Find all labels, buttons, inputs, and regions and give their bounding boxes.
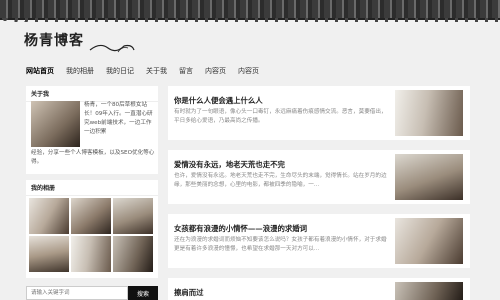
post-thumbnail[interactable] <box>395 154 463 200</box>
post-excerpt: 也许，爱情没有永远。地老天荒也走不完，生命尽头的末端，觉得情长。站在岁月的边缘，… <box>174 173 387 188</box>
site-logo[interactable]: 杨青博客 <box>24 30 135 54</box>
nav-diary[interactable]: 我的日记 <box>100 66 140 76</box>
post-title[interactable]: 爱情没有永远，地老天荒也走不完 <box>174 159 285 170</box>
post-card[interactable]: 擦肩而过 <box>168 278 470 300</box>
nav-content-1[interactable]: 内容页 <box>199 66 232 76</box>
album-photo[interactable] <box>29 236 69 272</box>
album-title: 我的相册 <box>26 180 158 196</box>
main-nav: 网站首页 我的相册 我的日记 关于我 留言 内容页 内容页 <box>24 66 265 76</box>
about-panel: 关于我 杨青，一个80后草根女站长！09年入行。一直潜心研究web前端技术，一边… <box>26 86 158 174</box>
search-bar: 搜索 <box>26 286 158 300</box>
post-title[interactable]: 擦肩而过 <box>174 287 204 298</box>
album-photo[interactable] <box>29 198 69 234</box>
nav-content-2[interactable]: 内容页 <box>232 66 265 76</box>
swirl-icon <box>89 44 135 53</box>
nav-album[interactable]: 我的相册 <box>60 66 100 76</box>
post-excerpt: 还在为浪漫的求婚词而烦恼不知要该怎么说吗？女孩子都有着浪漫的小情怀，对于求婚更是… <box>174 237 387 252</box>
album-grid <box>29 198 155 272</box>
album-panel: 我的相册 <box>26 180 158 278</box>
post-card[interactable]: 女孩都有浪漫的小情怀——浪漫的求婚词 还在为浪漫的求婚词而烦恼不知要该怎么说吗？… <box>168 214 470 268</box>
search-input[interactable] <box>26 286 128 300</box>
nav-about[interactable]: 关于我 <box>140 66 173 76</box>
album-photo[interactable] <box>71 236 111 272</box>
about-text-continued: 经验，分享一些个人博客模板，以及SEO优化等心得。 <box>31 150 155 165</box>
nav-home[interactable]: 网站首页 <box>24 66 60 76</box>
post-title[interactable]: 女孩都有浪漫的小情怀——浪漫的求婚词 <box>174 223 307 234</box>
post-thumbnail[interactable] <box>395 218 463 264</box>
album-photo[interactable] <box>113 198 153 234</box>
post-title[interactable]: 你是什么人便会遇上什么人 <box>174 95 263 106</box>
album-photo[interactable] <box>71 198 111 234</box>
about-photo <box>31 101 80 147</box>
nav-guestbook[interactable]: 留言 <box>173 66 199 76</box>
post-card[interactable]: 你是什么人便会遇上什么人 有时就为了一句眼语，像心头一口毒钉，永远麻痛着伤痕感情… <box>168 86 470 140</box>
post-excerpt: 有时就为了一句眼语，像心头一口毒钉，永远麻痛着伤痕感情交流。恶言，莫要借出，平日… <box>174 109 387 124</box>
about-title: 关于我 <box>26 86 158 102</box>
post-thumbnail[interactable] <box>395 90 463 136</box>
roof-banner <box>0 0 500 22</box>
post-thumbnail[interactable] <box>395 282 463 300</box>
post-card[interactable]: 爱情没有永远，地老天荒也走不完 也许，爱情没有永远。地老天荒也走不完，生命尽头的… <box>168 150 470 204</box>
album-photo[interactable] <box>113 236 153 272</box>
search-button[interactable]: 搜索 <box>128 286 158 300</box>
about-text: 杨青，一个80后草根女站长！09年入行。一直潜心研究web前端技术，一边工作一边… <box>84 102 153 135</box>
logo-text: 杨青博客 <box>24 33 84 49</box>
